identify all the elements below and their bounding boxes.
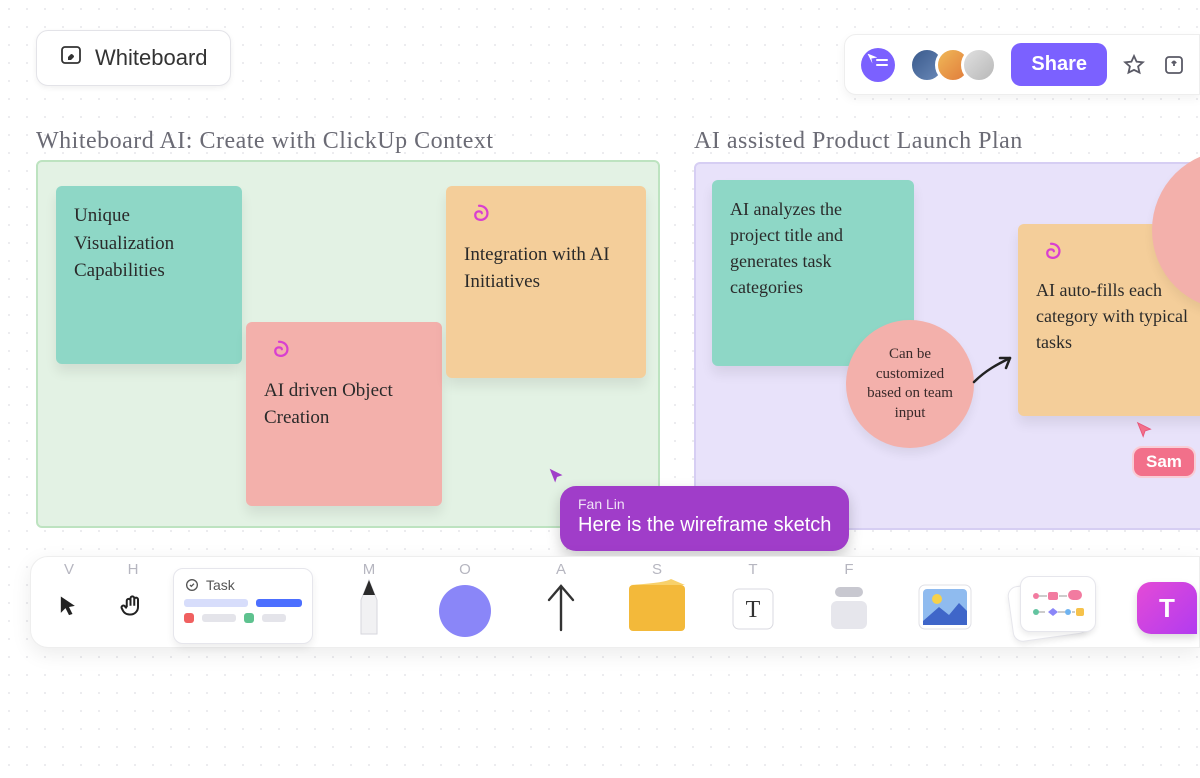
sticky-text: Integration with AI Initiatives <box>464 244 610 293</box>
frame-icon <box>825 581 873 633</box>
tool-text[interactable]: T T <box>705 557 801 647</box>
tool-connector[interactable]: A <box>513 557 609 647</box>
whiteboard-label: Whiteboard <box>95 45 208 71</box>
tool-key: T <box>748 561 757 578</box>
export-icon[interactable] <box>1161 52 1187 78</box>
shape-circle-icon <box>435 577 495 637</box>
tool-key: F <box>844 561 853 578</box>
tool-templates[interactable] <box>993 557 1113 647</box>
sticky-note[interactable]: Integration with AI Initiatives <box>446 186 646 378</box>
whiteboard-mode-button[interactable]: Whiteboard <box>36 30 231 86</box>
comment-cursor-icon <box>546 466 568 493</box>
tool-sticky[interactable]: S <box>609 557 705 647</box>
ai-swirl-icon <box>1036 240 1066 270</box>
favorite-star-icon[interactable] <box>1121 52 1147 78</box>
share-button[interactable]: Share <box>1011 43 1107 86</box>
check-circle-icon <box>184 577 200 593</box>
section-title-left: Whiteboard AI: Create with ClickUp Conte… <box>36 128 494 155</box>
arrow-up-icon <box>539 580 583 634</box>
remote-label-sam: Sam <box>1132 446 1196 478</box>
sticky-text: AI auto-fills each category with typical… <box>1036 280 1188 352</box>
sticky-text: AI driven Object Creation <box>264 380 393 429</box>
text-icon: T <box>727 581 779 633</box>
sticky-note[interactable]: AI driven Object Creation <box>246 322 442 506</box>
tool-image[interactable] <box>897 557 993 647</box>
tool-ai[interactable]: T <box>1113 557 1193 647</box>
sticky-note[interactable]: Unique Visualization Capabilities <box>56 186 242 364</box>
comment-message: Here is the wireframe sketch <box>578 514 831 537</box>
bottom-toolbar: V H Task M <box>30 556 1200 648</box>
tool-key: V <box>64 561 74 578</box>
remote-cursor-sam <box>1134 420 1156 447</box>
image-icon <box>915 581 975 633</box>
collaborator-avatars[interactable] <box>909 47 997 83</box>
hand-icon <box>118 592 148 622</box>
top-toolbar: Share <box>844 34 1200 95</box>
flowchart-icon <box>1028 586 1088 622</box>
svg-text:T: T <box>746 597 761 623</box>
tool-key: A <box>556 561 566 578</box>
ai-swirl-icon <box>264 338 294 368</box>
collab-cursor-chip[interactable] <box>861 48 895 82</box>
comment-author: Fan Lin <box>578 496 831 512</box>
task-tool-label: Task <box>206 577 235 593</box>
connector-arrow[interactable] <box>970 350 1020 395</box>
ai-pill-icon: T <box>1137 582 1197 634</box>
comment-bubble[interactable]: Fan Lin Here is the wireframe sketch <box>560 486 849 551</box>
tool-key: M <box>363 561 376 578</box>
pointer-icon <box>55 593 83 621</box>
tool-hand[interactable]: H <box>101 557 165 647</box>
circle-note[interactable]: Can be customized based on team input <box>846 320 974 448</box>
edit-board-icon <box>59 43 83 73</box>
sticky-text: Unique Visualization Capabilities <box>74 205 174 281</box>
section-title-right: AI assisted Product Launch Plan <box>694 128 1023 155</box>
tool-shape[interactable]: O <box>417 557 513 647</box>
sticky-text: AI analyzes the project title and genera… <box>730 199 843 297</box>
tool-key: H <box>128 561 139 578</box>
tool-pen[interactable]: M <box>321 557 417 647</box>
tool-key: S <box>652 561 662 578</box>
tool-task-card[interactable]: Task <box>165 557 321 647</box>
sticky-note-icon <box>625 579 689 635</box>
tool-frame[interactable]: F <box>801 557 897 647</box>
avatar[interactable] <box>961 47 997 83</box>
pen-icon <box>352 578 386 636</box>
circle-note-text: Can be customized based on team input <box>858 345 962 423</box>
tool-key: O <box>459 561 471 578</box>
tool-select[interactable]: V <box>37 557 101 647</box>
ai-swirl-icon <box>464 202 494 232</box>
